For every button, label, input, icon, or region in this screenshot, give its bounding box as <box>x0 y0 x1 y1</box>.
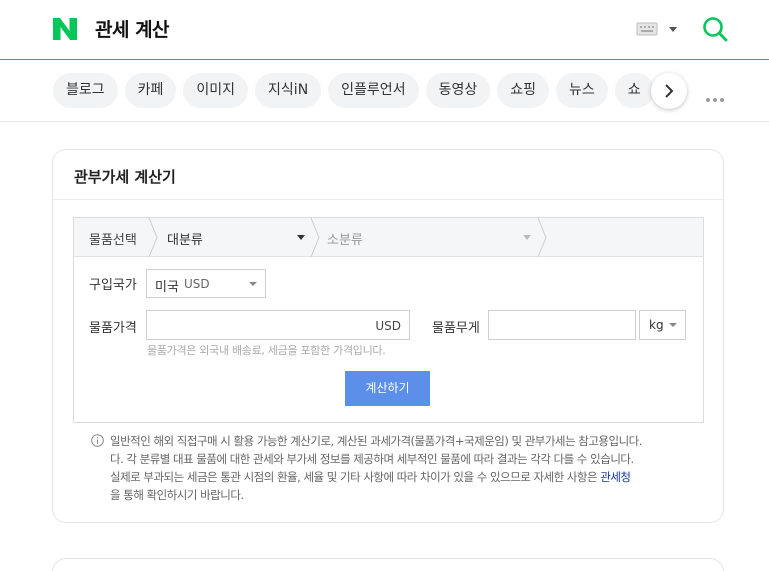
more-dots-icon <box>713 98 717 102</box>
breadcrumb-separator-icon <box>537 218 547 257</box>
dropdown-arrow-icon <box>249 282 257 286</box>
price-label: 물품가격 <box>89 321 137 336</box>
tab-image[interactable]: 이미지 <box>183 73 249 108</box>
search-category-tabs: 블로그 카페 이미지 지식iN 인플루언서 동영상 쇼핑 뉴스 쇼 <box>0 61 769 122</box>
tab-influencer[interactable]: 인플루언서 <box>328 73 419 108</box>
next-result-card <box>52 558 724 571</box>
search-query-text[interactable]: 관세 계산 <box>95 15 170 42</box>
breadcrumb-separator-icon <box>310 218 320 257</box>
customs-service-link[interactable]: 관세청 <box>600 470 631 484</box>
keyboard-icon <box>636 22 677 36</box>
tab-shorts[interactable]: 쇼 <box>614 73 654 108</box>
notice-text: 일반적인 해외 직접구매 시 활용 가능한 계산기로, 계산된 과세가격(물품가… <box>110 432 700 504</box>
naver-logo-icon[interactable] <box>53 18 77 40</box>
notice-text-segment: 실제로 부과되는 세금은 통관 시점의 환율, 세율 및 기타 사항에 따라 차… <box>110 470 601 484</box>
major-category-value: 대분류 <box>167 233 203 248</box>
price-unit: USD <box>375 319 401 333</box>
notice-line: 다. 각 분류별 대표 물품에 대한 관세와 부가세 정보를 제공하며 세부적인… <box>110 452 634 466</box>
more-dots-icon <box>706 98 710 102</box>
tab-cafe[interactable]: 카페 <box>124 73 177 108</box>
tab-news[interactable]: 뉴스 <box>555 73 608 108</box>
tab-video[interactable]: 동영상 <box>425 73 491 108</box>
country-select[interactable]: 미국 USD <box>146 269 266 298</box>
notice-line: 실제로 부과되는 세금은 통관 시점의 환율, 세율 및 기타 사항에 따라 차… <box>110 468 700 486</box>
weight-unit-select[interactable]: kg <box>639 310 686 340</box>
category-selector-row: 물품선택 대분류 소분류 <box>74 218 703 257</box>
more-dots-icon <box>720 98 724 102</box>
price-hint-text: 물품가격은 외국내 배송료, 세금을 포함한 가격입니다. <box>147 344 386 357</box>
info-icon <box>91 434 104 447</box>
price-input[interactable]: USD <box>146 310 410 340</box>
divider <box>53 199 723 200</box>
search-header: 관세 계산 <box>0 0 769 60</box>
keyboard-toggle-button[interactable] <box>636 21 682 37</box>
breadcrumb-separator-icon <box>148 218 158 257</box>
chevron-right-icon <box>665 84 674 98</box>
weight-input[interactable] <box>488 310 636 340</box>
country-label: 구입국가 <box>89 278 137 293</box>
calculator-form: 물품선택 대분류 소분류 구입국가 미국 USD 물품가격 USD 물품무게 k… <box>73 217 704 423</box>
calculator-title: 관부가세 계산기 <box>74 168 176 186</box>
more-options-button[interactable] <box>706 87 728 102</box>
country-value: 미국 <box>155 280 179 295</box>
notice-line: 일반적인 해외 직접구매 시 활용 가능한 계산기로, 계산된 과세가격(물품가… <box>110 434 642 448</box>
calculate-button[interactable]: 계산하기 <box>345 371 430 406</box>
search-icon <box>703 17 728 42</box>
dropdown-arrow-icon <box>523 235 531 240</box>
dropdown-arrow-icon <box>669 323 677 327</box>
tab-knowledge-in[interactable]: 지식iN <box>255 73 322 108</box>
category-label: 물품선택 <box>89 233 137 248</box>
notice-line: 을 통해 확인하시기 바랍니다. <box>110 488 244 502</box>
minor-category-value: 소분류 <box>327 233 363 248</box>
minor-category-select[interactable]: 소분류 <box>327 229 531 248</box>
tab-scroll-next-button[interactable] <box>651 73 687 109</box>
tax-calculator-card: 관부가세 계산기 물품선택 대분류 소분류 구입국가 미국 USD 물품가격 U… <box>52 149 724 523</box>
search-button[interactable] <box>701 15 729 43</box>
dropdown-arrow-icon <box>297 235 305 240</box>
weight-unit-value: kg <box>649 318 664 332</box>
weight-label: 물품무게 <box>432 321 480 336</box>
major-category-select[interactable]: 대분류 <box>167 229 305 248</box>
country-currency: USD <box>184 277 210 291</box>
tab-blog[interactable]: 블로그 <box>53 73 118 108</box>
tab-list: 블로그 카페 이미지 지식iN 인플루언서 동영상 쇼핑 뉴스 쇼 <box>53 73 673 108</box>
tab-shopping[interactable]: 쇼핑 <box>497 73 549 108</box>
